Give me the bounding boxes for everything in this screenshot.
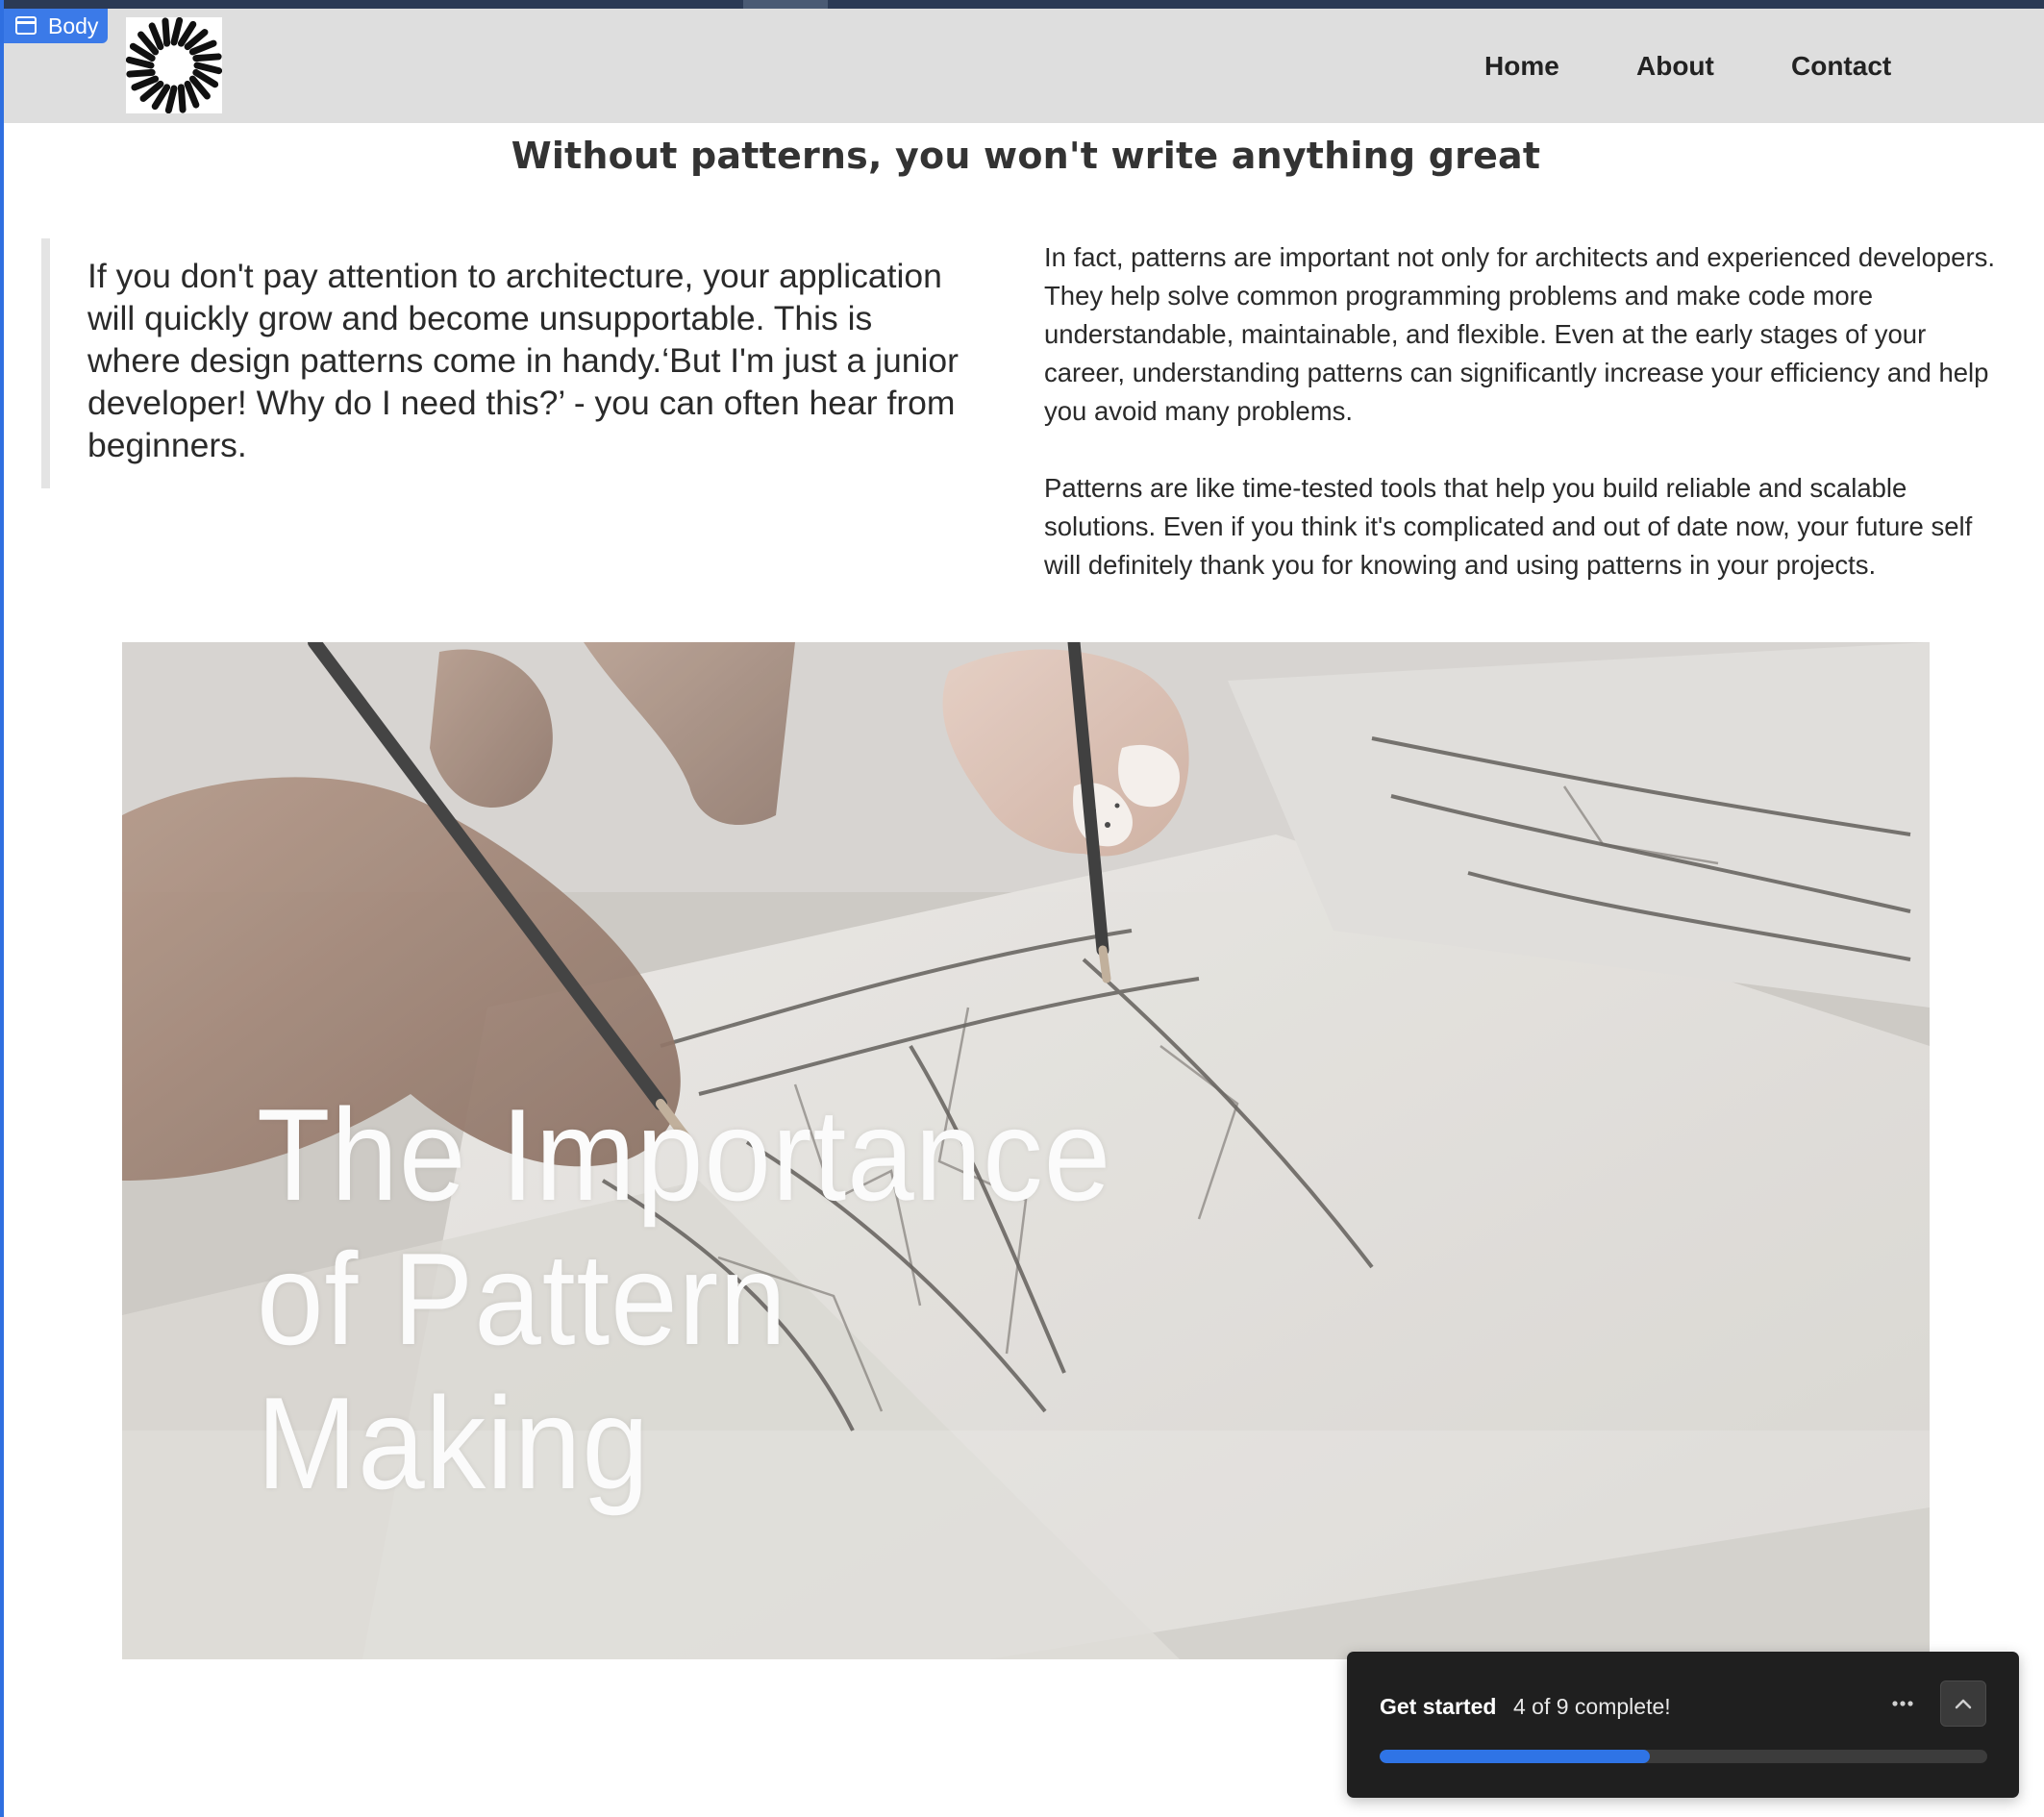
logo-ray [131, 75, 160, 91]
logo-ray [188, 39, 217, 56]
nav-home-label[interactable]: Home [1484, 51, 1559, 82]
more-horizontal-icon[interactable] [1885, 1686, 1920, 1721]
editor-top-bar [0, 0, 2044, 9]
paragraph-1: In fact, patterns are important not only… [1044, 242, 1996, 426]
blockquote: If you don't pay attention to architectu… [87, 257, 959, 464]
logo-ray [177, 84, 187, 113]
logo-ray [164, 85, 178, 114]
sunburst-logo-graphic [125, 16, 223, 114]
sunburst-logo-icon[interactable] [125, 16, 223, 114]
chevron-up-icon[interactable] [1940, 1680, 1986, 1727]
hero-title-line: of Pattern [257, 1226, 787, 1372]
nav-contact-label[interactable]: Contact [1791, 51, 1891, 82]
progress-fill [1380, 1750, 1650, 1763]
progress-track [1380, 1750, 1987, 1763]
hero-title: The Importance of Pattern Making [257, 1083, 1111, 1515]
nav-home[interactable]: Home [1484, 9, 1559, 123]
logo-ray [148, 22, 164, 51]
hero-title-line: The Importance [257, 1082, 1112, 1228]
more-horizontal-icon-graphic [1892, 1701, 1913, 1706]
get-started-title: Get started [1380, 1694, 1497, 1719]
nav-about-label[interactable]: About [1636, 51, 1714, 82]
logo-ray [162, 17, 171, 47]
editor-top-bar-segment [743, 0, 828, 9]
chevron-up-icon-graphic [1955, 1699, 1972, 1709]
get-started-panel[interactable]: Get started 4 of 9 complete! [1347, 1652, 2019, 1798]
logo-ray [170, 16, 184, 46]
logo-ray [192, 53, 222, 62]
nav-about[interactable]: About [1636, 9, 1714, 123]
body-badge-label: Body [48, 13, 99, 38]
hero-image: The Importance of Pattern Making [122, 642, 1930, 1659]
logo-ray [193, 62, 223, 75]
blockquote-bar [41, 238, 50, 488]
selection-outline [0, 0, 4, 1817]
paragraph-2: Patterns are like time-tested tools that… [1044, 473, 1973, 580]
logo-ray [125, 56, 155, 69]
window-icon [15, 16, 37, 35]
hero-title-line: Making [257, 1370, 650, 1516]
nav-contact[interactable]: Contact [1791, 9, 1891, 123]
logo-ray [184, 80, 200, 109]
get-started-progress-text: 4 of 9 complete! [1513, 1694, 1671, 1719]
page-title: Without patterns, you won't write anythi… [511, 135, 1541, 177]
logo-ray [126, 68, 156, 78]
site-header: Home About Contact [4, 9, 2044, 123]
body-selection-badge[interactable]: Body [4, 9, 108, 43]
